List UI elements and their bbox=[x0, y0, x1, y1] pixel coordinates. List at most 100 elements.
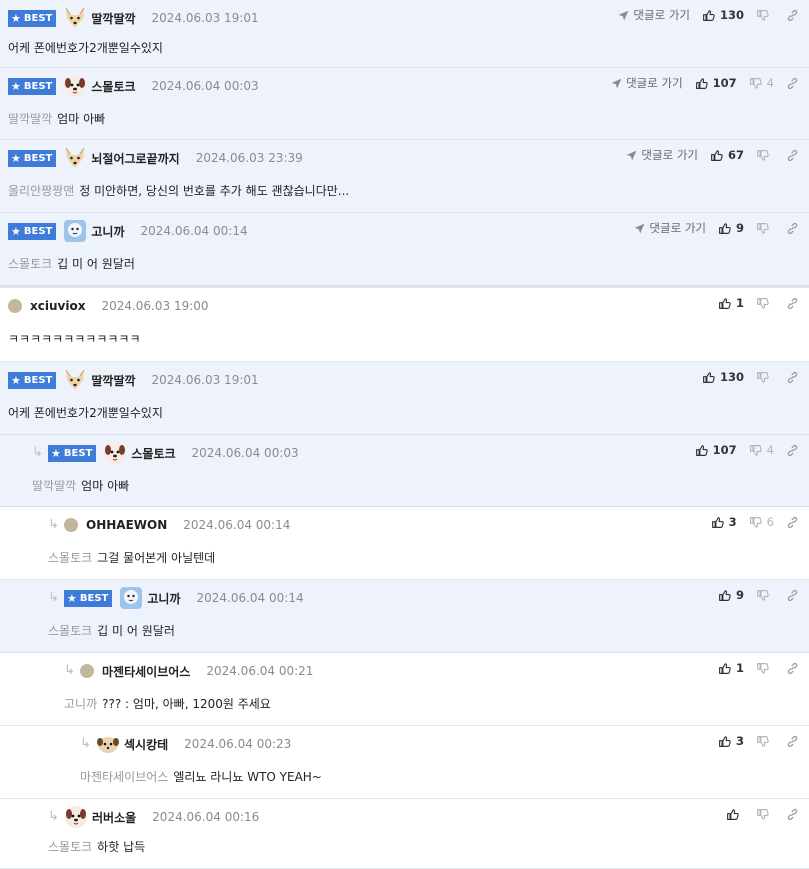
go-to-comment-link[interactable]: 댓글로 가기 bbox=[618, 7, 690, 23]
copy-link-button[interactable] bbox=[786, 297, 799, 310]
comment-actions: 댓글로 가기 130 bbox=[618, 0, 799, 30]
like-button[interactable]: 1 bbox=[718, 296, 744, 310]
reply-target[interactable]: 마젠타세이브어스 bbox=[80, 770, 168, 784]
avatar[interactable] bbox=[8, 299, 22, 313]
like-button[interactable]: 9 bbox=[718, 221, 744, 235]
go-to-comment-link[interactable]: 댓글로 가기 bbox=[626, 147, 698, 163]
thumbs-up-icon bbox=[710, 149, 728, 162]
copy-link-button[interactable] bbox=[786, 589, 799, 602]
dislike-button[interactable] bbox=[756, 371, 774, 384]
nickname[interactable]: 뇌절어그로끝까지 bbox=[91, 150, 179, 167]
best-badge: ★ BEST bbox=[8, 371, 57, 389]
comment-actions: 130 bbox=[702, 362, 799, 392]
thumbs-down-icon bbox=[756, 808, 774, 821]
avatar[interactable] bbox=[63, 74, 91, 98]
nickname[interactable]: 스몰토크 bbox=[131, 445, 175, 462]
copy-link-button[interactable] bbox=[786, 735, 799, 748]
comment-actions: 1 bbox=[718, 288, 799, 318]
nickname[interactable]: 섹시캉테 bbox=[124, 736, 168, 753]
dislike-button[interactable]: 4 bbox=[749, 76, 774, 90]
copy-link-button[interactable] bbox=[786, 222, 799, 235]
avatar[interactable] bbox=[80, 664, 94, 678]
thumbs-up-icon bbox=[718, 222, 736, 235]
comment-date: 2024.06.04 00:23 bbox=[184, 737, 292, 751]
avatar[interactable] bbox=[63, 146, 91, 170]
reply-arrow-icon: ↳ bbox=[64, 663, 75, 678]
avatar[interactable] bbox=[63, 6, 91, 30]
dislike-button[interactable] bbox=[756, 149, 774, 162]
like-button[interactable]: 3 bbox=[711, 515, 737, 529]
like-button[interactable]: 1 bbox=[718, 661, 744, 675]
dislike-button[interactable] bbox=[756, 9, 774, 22]
comment-actions: 댓글로 가기 107 4 bbox=[611, 68, 799, 98]
go-to-comment-link[interactable]: 댓글로 가기 bbox=[634, 220, 706, 236]
avatar[interactable] bbox=[64, 805, 92, 829]
dislike-button[interactable] bbox=[756, 808, 774, 821]
best-badge: ★ BEST bbox=[8, 149, 57, 167]
like-button[interactable]: 107 bbox=[695, 76, 737, 90]
like-button[interactable]: 3 bbox=[718, 734, 744, 748]
reply-target[interactable]: 딸깍딸깍 bbox=[32, 479, 76, 493]
dislike-button[interactable] bbox=[756, 735, 774, 748]
avatar[interactable] bbox=[119, 586, 147, 610]
comment-date: 2024.06.03 23:39 bbox=[195, 151, 303, 165]
copy-link-button[interactable] bbox=[786, 149, 799, 162]
like-button[interactable] bbox=[726, 808, 744, 821]
dislike-button[interactable] bbox=[756, 589, 774, 602]
nickname[interactable]: 고니까 bbox=[91, 223, 124, 240]
like-button[interactable]: 9 bbox=[718, 588, 744, 602]
like-count: 9 bbox=[735, 588, 744, 602]
thumbs-up-icon bbox=[695, 77, 713, 90]
dislike-button[interactable] bbox=[756, 297, 774, 310]
reply-target[interactable]: 스몰토크 bbox=[48, 840, 92, 854]
reply-target[interactable]: 고니까 bbox=[64, 697, 97, 711]
reply-target[interactable]: 스몰토크 bbox=[8, 257, 52, 271]
link-icon bbox=[786, 149, 799, 162]
copy-link-button[interactable] bbox=[786, 77, 799, 90]
avatar[interactable] bbox=[64, 518, 78, 532]
dislike-button[interactable]: 6 bbox=[749, 515, 774, 529]
copy-link-button[interactable] bbox=[786, 444, 799, 457]
reply-target[interactable]: 올리안짱짱맨 bbox=[8, 184, 74, 198]
nickname[interactable]: 딸깍딸깍 bbox=[91, 372, 135, 389]
reply-target[interactable]: 스몰토크 bbox=[48, 624, 92, 638]
dislike-button[interactable] bbox=[756, 222, 774, 235]
thumbs-down-icon bbox=[756, 662, 774, 675]
comment: ↳ 섹시캉테 2024.06.04 00:23 마젠타세이브어스 엘리뇨 라니뇨 WTO… bbox=[0, 726, 809, 799]
thumbs-up-icon bbox=[718, 589, 736, 602]
copy-link-button[interactable] bbox=[786, 808, 799, 821]
nickname[interactable]: 딸깍딸깍 bbox=[91, 10, 135, 27]
comment-date: 2024.06.04 00:16 bbox=[152, 810, 260, 824]
nickname[interactable]: 마젠타세이브어스 bbox=[102, 663, 190, 680]
copy-link-button[interactable] bbox=[786, 9, 799, 22]
like-count: 130 bbox=[719, 8, 744, 22]
avatar[interactable] bbox=[63, 368, 91, 392]
reply-arrow-icon: ↳ bbox=[48, 517, 59, 532]
comment: ↳ 마젠타세이브어스 2024.06.04 00:21 고니까 ??? : 엄마, 아빠… bbox=[0, 653, 809, 726]
nickname[interactable]: 스몰토크 bbox=[91, 78, 135, 95]
comment-text: 하핫 납득 bbox=[97, 840, 146, 854]
nickname[interactable]: xciuviox bbox=[30, 299, 85, 313]
star-icon: ★ bbox=[11, 151, 21, 165]
dislike-button[interactable]: 4 bbox=[749, 443, 774, 457]
link-icon bbox=[786, 735, 799, 748]
like-button[interactable]: 107 bbox=[695, 443, 737, 457]
like-button[interactable]: 67 bbox=[710, 148, 744, 162]
reply-target[interactable]: 딸깍딸깍 bbox=[8, 112, 52, 126]
nickname[interactable]: 러버소울 bbox=[92, 809, 136, 826]
comment-text: 깁 미 어 원달러 bbox=[57, 257, 135, 271]
star-icon: ★ bbox=[11, 11, 21, 25]
nickname[interactable]: 고니까 bbox=[147, 590, 180, 607]
avatar[interactable] bbox=[103, 441, 131, 465]
like-button[interactable]: 130 bbox=[702, 370, 744, 384]
avatar[interactable] bbox=[96, 732, 124, 756]
copy-link-button[interactable] bbox=[786, 662, 799, 675]
avatar[interactable] bbox=[63, 219, 91, 243]
dislike-button[interactable] bbox=[756, 662, 774, 675]
nickname[interactable]: OHHAEWON bbox=[86, 518, 167, 532]
copy-link-button[interactable] bbox=[786, 516, 799, 529]
go-to-comment-link[interactable]: 댓글로 가기 bbox=[611, 75, 683, 91]
copy-link-button[interactable] bbox=[786, 371, 799, 384]
like-button[interactable]: 130 bbox=[702, 8, 744, 22]
reply-target[interactable]: 스몰토크 bbox=[48, 551, 92, 565]
